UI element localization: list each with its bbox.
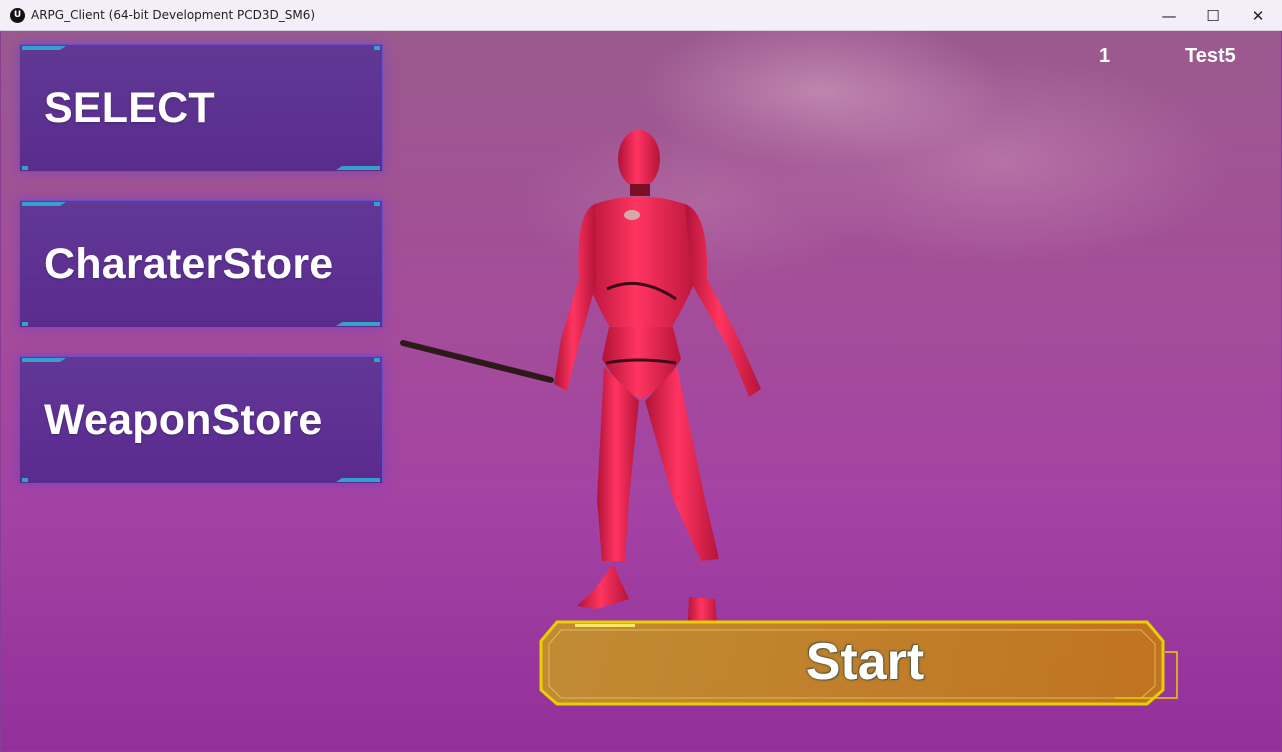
select-button-label: SELECT [44,83,215,132]
minimize-icon: — [1161,6,1177,25]
sword [400,340,554,383]
button-decoration [22,478,28,482]
button-decoration [374,202,380,206]
minimize-button[interactable]: — [1146,0,1192,31]
character-model [400,130,761,621]
weapon-store-button[interactable]: WeaponStore [19,356,383,484]
close-button[interactable]: ✕ [1235,0,1281,31]
select-button[interactable]: SELECT [19,44,383,172]
button-decoration [22,322,28,326]
button-decoration [336,478,380,482]
start-button[interactable]: Start [535,616,1179,708]
maximize-icon: ☐ [1206,6,1220,25]
player-name: Test5 [1185,45,1236,67]
button-decoration [336,322,380,326]
button-decoration [22,166,28,170]
window-titlebar: U ARPG_Client (64-bit Development PCD3D_… [0,0,1282,31]
window-title: ARPG_Client (64-bit Development PCD3D_SM… [31,8,316,22]
close-icon: ✕ [1251,6,1265,25]
charater-store-button[interactable]: CharaterStore [19,200,383,328]
start-button-label: Start [805,633,925,691]
button-decoration [374,46,380,50]
unreal-engine-icon: U [10,8,25,23]
player-level: 1 [1099,45,1111,67]
weapon-store-button-label: WeaponStore [44,395,323,444]
charater-store-button-label: CharaterStore [44,239,334,288]
game-viewport[interactable]: SELECT CharaterStore WeaponStore 1 Test5 [1,31,1281,751]
button-decoration [374,358,380,362]
button-decoration [336,166,380,170]
maximize-button[interactable]: ☐ [1190,0,1236,31]
